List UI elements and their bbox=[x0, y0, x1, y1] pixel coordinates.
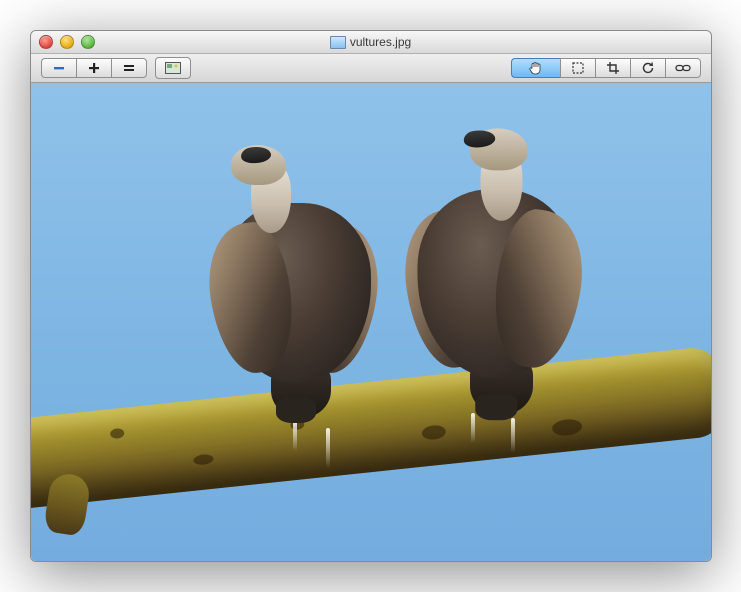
zoom-in-button[interactable] bbox=[76, 58, 111, 78]
zoom-button[interactable] bbox=[81, 35, 95, 49]
marquee-icon bbox=[571, 61, 585, 75]
hand-tool-button[interactable] bbox=[511, 58, 560, 78]
minimize-button[interactable] bbox=[60, 35, 74, 49]
actual-size-icon bbox=[165, 62, 181, 74]
image-canvas[interactable] bbox=[31, 83, 711, 561]
link-tool-button[interactable] bbox=[665, 58, 701, 78]
equals-icon bbox=[122, 61, 136, 75]
file-type-icon bbox=[330, 36, 346, 49]
rotate-icon bbox=[641, 61, 655, 75]
crop-icon bbox=[606, 61, 620, 75]
zoom-segment bbox=[41, 58, 147, 78]
marquee-tool-button[interactable] bbox=[560, 58, 595, 78]
minus-icon bbox=[52, 61, 66, 75]
window-controls bbox=[31, 35, 95, 49]
hand-icon bbox=[528, 61, 544, 75]
link-icon bbox=[675, 63, 691, 73]
displayed-image bbox=[31, 83, 711, 561]
tools-segment bbox=[511, 58, 701, 78]
toolbar bbox=[31, 54, 711, 83]
window-title: vultures.jpg bbox=[31, 35, 711, 49]
crop-tool-button[interactable] bbox=[595, 58, 630, 78]
close-button[interactable] bbox=[39, 35, 53, 49]
zoom-out-button[interactable] bbox=[41, 58, 76, 78]
zoom-fit-button[interactable] bbox=[111, 58, 147, 78]
image-viewer-window: vultures.jpg bbox=[30, 30, 712, 562]
rotate-tool-button[interactable] bbox=[630, 58, 665, 78]
titlebar[interactable]: vultures.jpg bbox=[31, 31, 711, 54]
plus-icon bbox=[87, 61, 101, 75]
actual-size-button[interactable] bbox=[155, 57, 191, 79]
window-title-text: vultures.jpg bbox=[350, 35, 411, 49]
